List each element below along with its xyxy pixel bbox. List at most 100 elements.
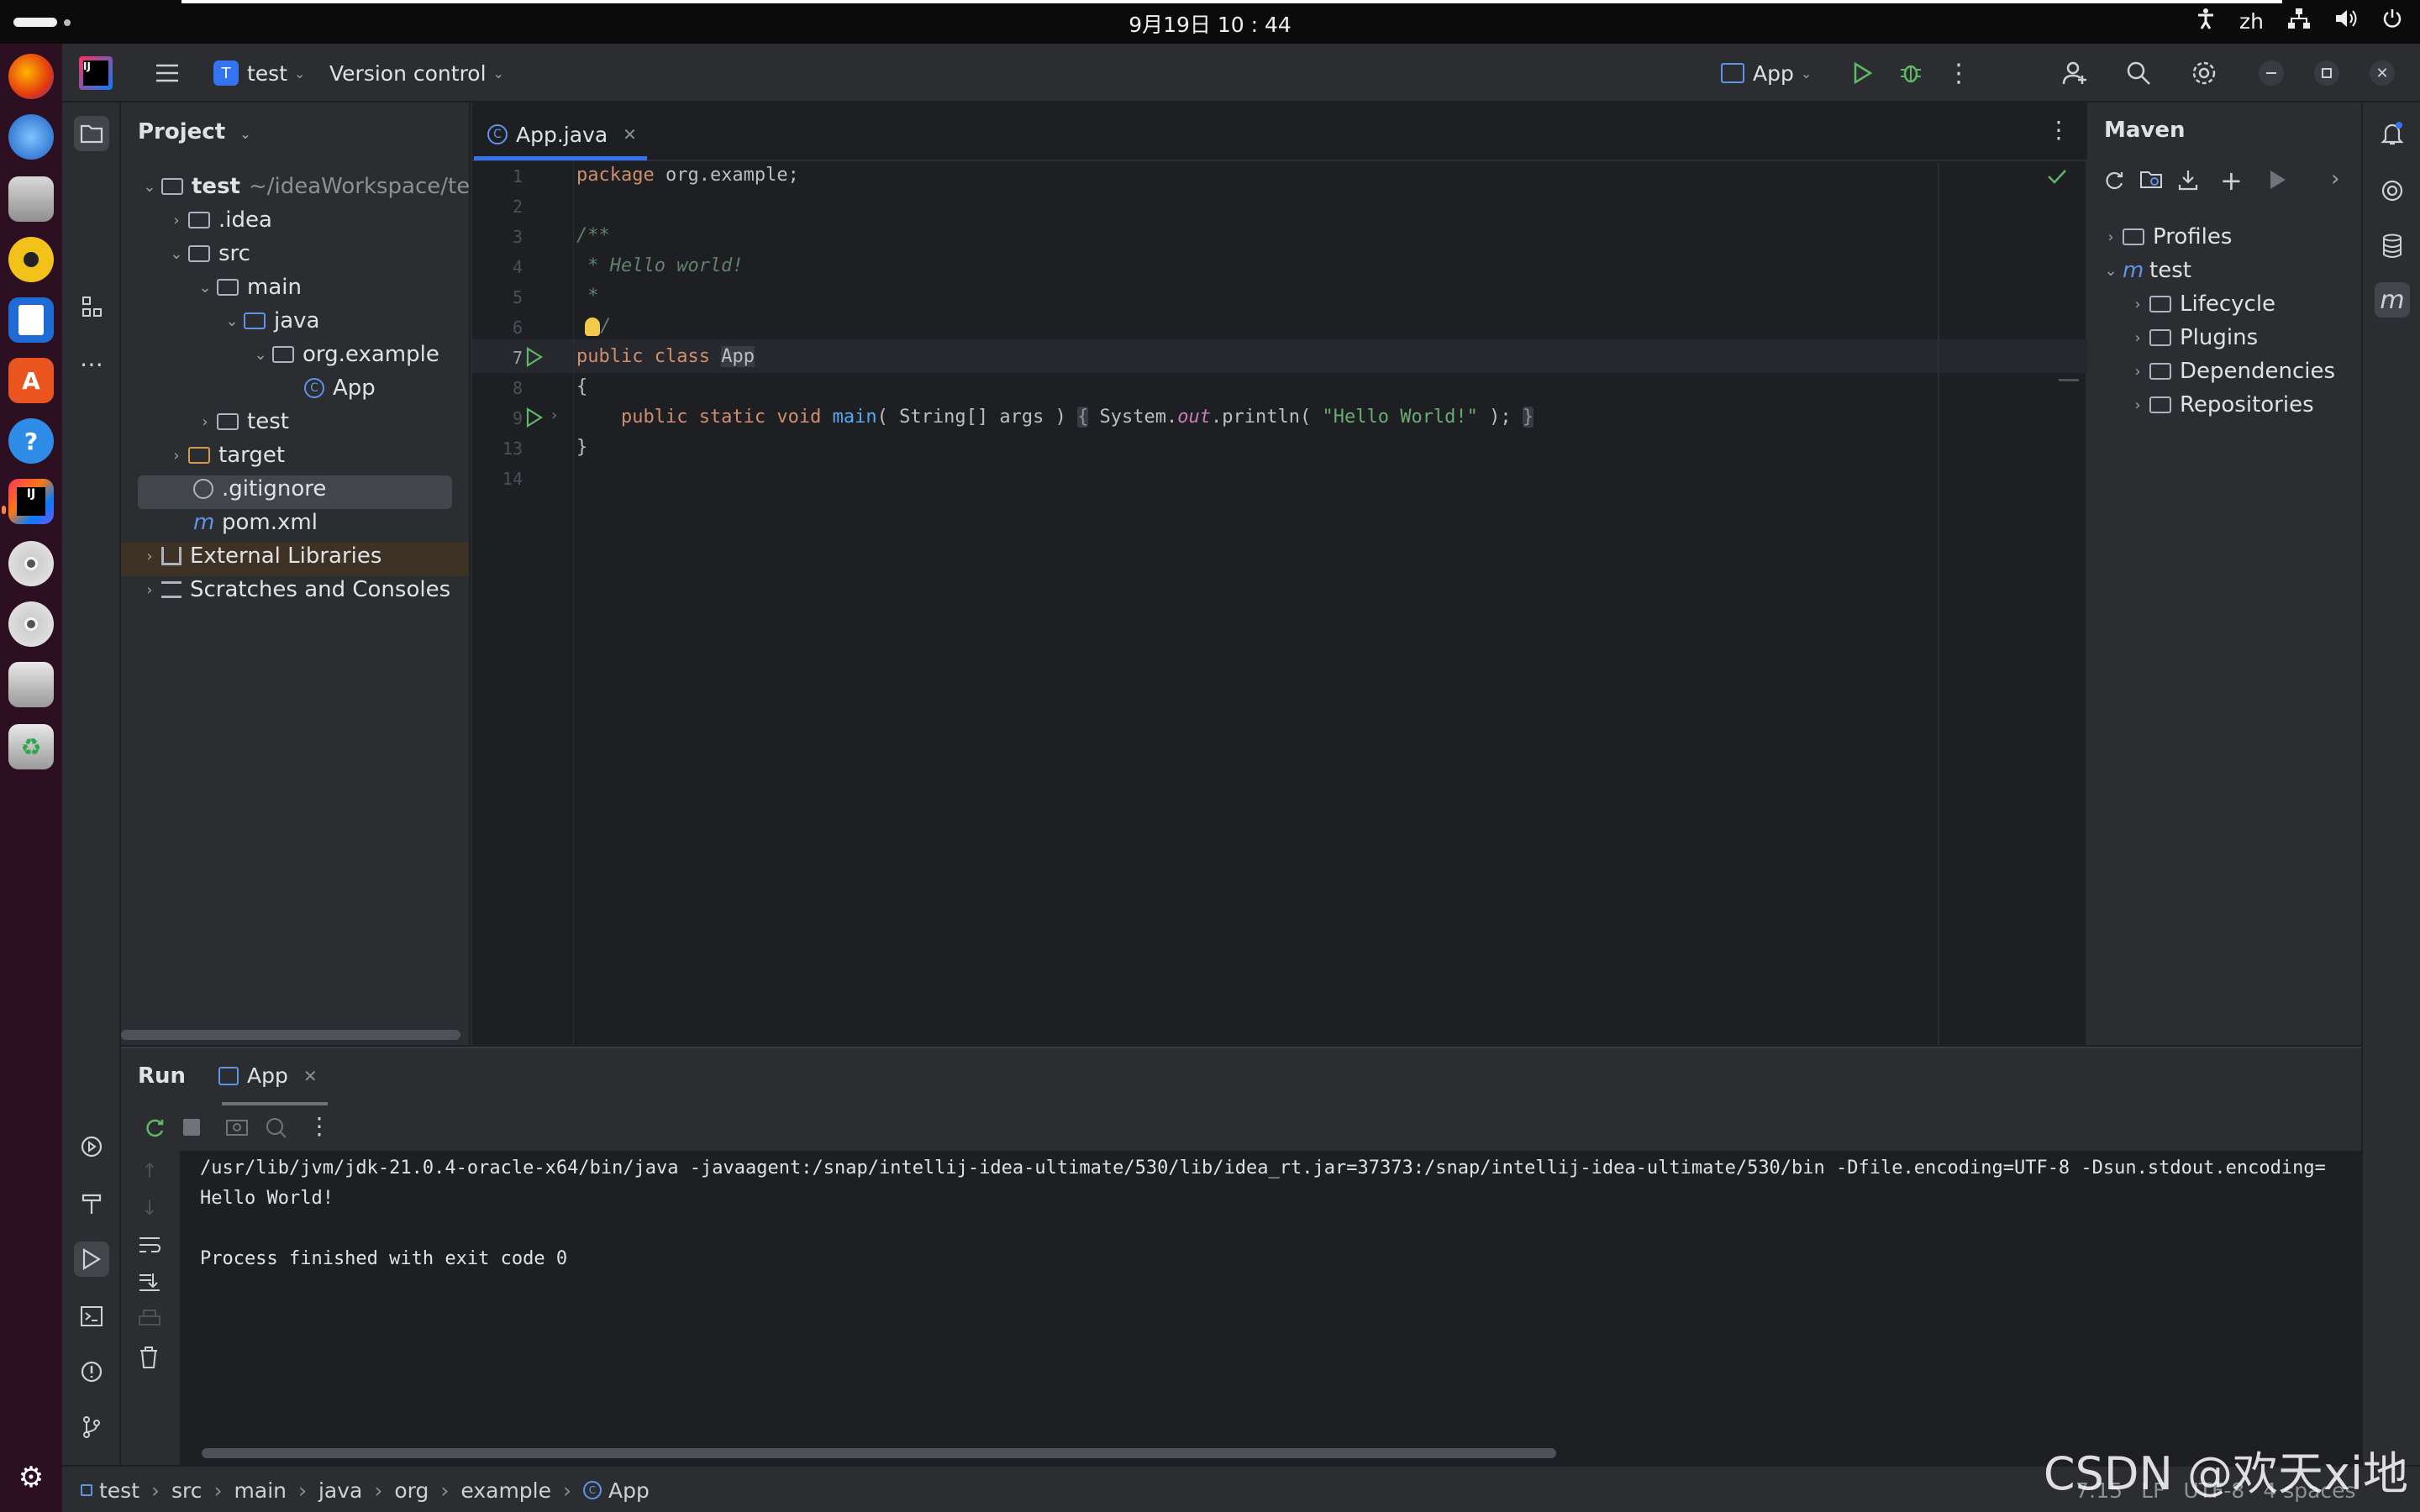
tree-node-src[interactable]: ⌄ src (165, 237, 250, 270)
input-language[interactable]: zh (2239, 9, 2264, 34)
main-menu-icon[interactable] (155, 44, 180, 102)
reload-icon[interactable] (2102, 168, 2126, 197)
writer-icon[interactable] (8, 297, 54, 343)
run-main-gutter-icon[interactable] (524, 407, 544, 432)
services-tool-icon[interactable] (74, 1129, 109, 1164)
maven-plugins[interactable]: › Plugins (2126, 321, 2258, 354)
add-icon[interactable]: + (2220, 165, 2243, 197)
tree-node-app-class[interactable]: C App (304, 371, 376, 405)
restore-layout-icon[interactable] (264, 1116, 287, 1142)
breadcrumb-item[interactable]: test (99, 1478, 139, 1503)
inspection-ok-icon[interactable] (2047, 168, 2067, 188)
fold-marker[interactable]: { (1077, 407, 1089, 428)
breadcrumb-item[interactable]: App (608, 1478, 650, 1503)
drive-icon[interactable] (8, 662, 54, 707)
system-clock[interactable]: 9月19日 10 : 44 (0, 8, 2420, 39)
version-control-menu[interactable]: Version control ⌄ (329, 44, 504, 102)
code-line-3[interactable]: /** (576, 225, 610, 246)
code-line-9[interactable]: public static void main( String[] args )… (576, 407, 1534, 428)
project-horizontal-scrollbar[interactable] (121, 1030, 460, 1040)
tree-node-main[interactable]: ⌄ main (193, 270, 302, 304)
search-icon[interactable] (2126, 44, 2151, 102)
editor-more-icon[interactable]: ⋮ (2047, 116, 2070, 144)
screenshot-icon[interactable] (225, 1116, 249, 1141)
run-maven-build-icon[interactable] (2267, 168, 2289, 197)
arrow-down-icon[interactable]: ↓ (141, 1196, 158, 1220)
download-sources-icon[interactable] (2176, 168, 2200, 197)
breadcrumb-item[interactable]: org (394, 1478, 429, 1503)
maven-repositories[interactable]: › Repositories (2126, 388, 2313, 422)
tree-node-package[interactable]: ⌄ org.example (249, 338, 439, 371)
code-line-6[interactable]: / (585, 316, 611, 337)
project-tool-icon[interactable] (74, 116, 109, 151)
project-switcher[interactable]: T test ⌄ (213, 44, 305, 102)
help-icon[interactable]: ? (8, 418, 54, 464)
thunderbird-icon[interactable] (8, 114, 54, 160)
build-tool-icon[interactable] (74, 1186, 109, 1221)
run-tool-icon[interactable] (74, 1242, 109, 1277)
minimize-button[interactable] (2259, 44, 2284, 102)
console-horizontal-scrollbar[interactable] (202, 1448, 1556, 1458)
breadcrumb-item[interactable]: main (234, 1478, 287, 1503)
run-button[interactable] (1852, 44, 1874, 102)
tree-node-gitignore[interactable]: .gitignore (193, 472, 326, 506)
maven-profiles[interactable]: › Profiles (2099, 220, 2232, 254)
files-icon[interactable] (8, 176, 54, 222)
tree-node-idea[interactable]: › .idea (165, 203, 272, 237)
close-window-button[interactable]: ✕ (2370, 44, 2395, 102)
run-tab-app[interactable]: App ✕ (218, 1063, 318, 1088)
clear-trash-icon[interactable] (138, 1346, 160, 1373)
software-center-icon[interactable]: A (8, 358, 54, 403)
disc-icon-2[interactable] (8, 601, 54, 647)
tree-node-target[interactable]: › target (165, 438, 285, 472)
notifications-icon[interactable] (2375, 116, 2410, 151)
intellij-idea-icon[interactable]: IJ (8, 479, 54, 524)
accessibility-icon[interactable] (2196, 8, 2216, 34)
terminal-tool-icon[interactable] (74, 1299, 109, 1334)
run-config-selector[interactable]: App ⌄ (1721, 44, 1812, 102)
network-icon[interactable] (2287, 8, 2311, 34)
rhythmbox-icon[interactable] (8, 237, 54, 282)
tree-node-root[interactable]: ⌄ test ~/ideaWorkspace/test (138, 170, 490, 203)
settings-gear-icon[interactable] (2191, 44, 2217, 102)
more-actions-icon[interactable]: ⋮ (1946, 44, 1971, 102)
code-line-1[interactable]: package org.example; (576, 165, 799, 186)
maven-dependencies[interactable]: › Dependencies (2126, 354, 2335, 388)
code-with-me-icon[interactable] (2062, 44, 2087, 102)
volume-icon[interactable] (2334, 8, 2358, 34)
more-actions-icon[interactable]: ⋮ (308, 1112, 331, 1140)
disc-icon[interactable] (8, 541, 54, 586)
ai-assistant-icon[interactable] (2375, 173, 2410, 208)
console-line[interactable]: /usr/lib/jvm/jdk-21.0.4-oracle-x64/bin/j… (200, 1158, 2326, 1179)
git-tool-icon[interactable] (74, 1410, 109, 1445)
problems-tool-icon[interactable] (74, 1354, 109, 1389)
arrow-up-icon[interactable]: ↑ (141, 1159, 158, 1183)
maven-tool-icon[interactable]: m (2375, 282, 2410, 318)
structure-tool-icon[interactable] (74, 289, 109, 324)
trash-icon[interactable]: ♻ (8, 724, 54, 769)
run-class-gutter-icon[interactable] (524, 346, 544, 371)
add-maven-project-icon[interactable] (2139, 168, 2163, 197)
database-icon[interactable] (2375, 228, 2410, 264)
tab-app-java[interactable]: C App.java ✕ (487, 118, 637, 151)
code-line-5[interactable]: * (576, 286, 598, 307)
power-icon[interactable] (2381, 8, 2403, 34)
fold-marker[interactable]: } (1522, 407, 1534, 428)
code-line-4[interactable]: * Hello world! (576, 255, 743, 276)
project-panel-title[interactable]: Project ⌄ (138, 119, 251, 144)
maven-project-test[interactable]: ⌄ m test (2099, 254, 2191, 287)
scroll-to-end-icon[interactable] (138, 1272, 161, 1295)
show-apps-icon[interactable]: ⚙ (8, 1455, 54, 1500)
restore-button[interactable] (2314, 44, 2339, 102)
close-tab-icon[interactable]: ✕ (623, 124, 637, 144)
tree-node-test[interactable]: › test (193, 405, 289, 438)
code-line-13[interactable]: } (576, 437, 587, 458)
console-line[interactable]: Process finished with exit code 0 (200, 1248, 567, 1269)
code-line-7[interactable]: public class App (576, 346, 755, 367)
chevron-right-icon[interactable]: › (2331, 166, 2339, 192)
tree-node-java[interactable]: ⌄ java (220, 304, 319, 338)
maven-lifecycle[interactable]: › Lifecycle (2126, 287, 2275, 321)
tree-node-pom[interactable]: m pom.xml (193, 506, 318, 539)
code-line-8[interactable]: { (576, 376, 587, 397)
tree-node-external-libraries[interactable]: › External Libraries (138, 539, 381, 573)
